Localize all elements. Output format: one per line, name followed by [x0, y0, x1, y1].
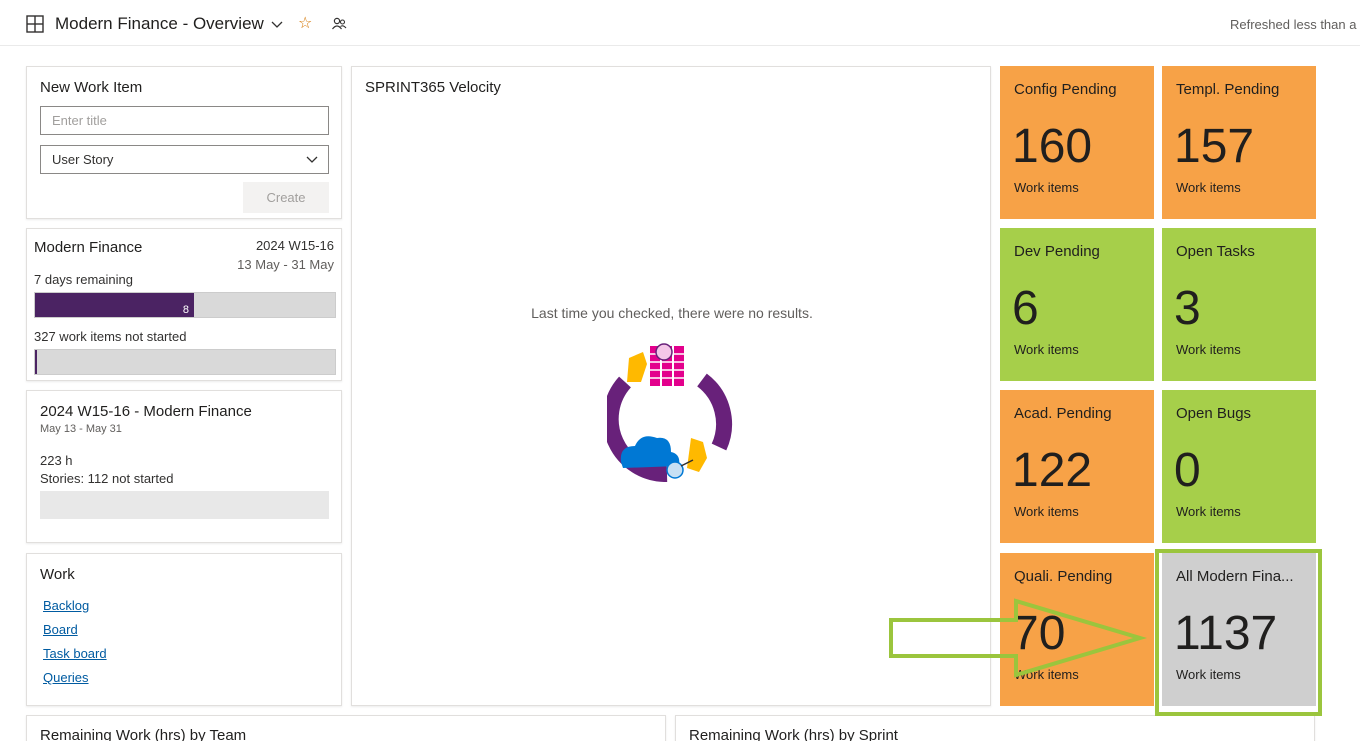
capacity-hours: 223 h [40, 453, 73, 468]
empty-results-message: Last time you checked, there were no res… [531, 305, 813, 321]
task-board-link[interactable]: Task board [43, 646, 107, 661]
capacity-stories: Stories: 112 not started [40, 471, 174, 486]
annotation-arrow-icon [889, 598, 1147, 678]
capacity-bar [40, 491, 329, 519]
sprint-dates: 13 May - 31 May [237, 257, 334, 272]
work-item-type-value: User Story [52, 152, 114, 167]
queries-link[interactable]: Queries [43, 670, 89, 685]
dashboard-title[interactable]: Modern Finance - Overview [55, 14, 264, 34]
tile-count: 157 [1174, 120, 1255, 173]
refresh-status: Refreshed less than a m [1230, 17, 1360, 32]
sprint-team-name: Modern Finance [34, 239, 143, 256]
sprint-overview-widget[interactable]: Modern Finance 2024 W15-16 13 May - 31 M… [26, 228, 342, 381]
tile-config-pending[interactable]: Config Pending 160 Work items [1000, 66, 1154, 219]
chevron-down-icon[interactable] [270, 18, 284, 32]
not-started-bar-marker [35, 350, 37, 374]
tile-subtitle: Work items [1014, 342, 1079, 357]
not-started-bar [34, 349, 336, 375]
tile-open-tasks[interactable]: Open Tasks 3 Work items [1162, 228, 1316, 381]
tile-count: 122 [1012, 444, 1093, 497]
board-link[interactable]: Board [43, 622, 78, 637]
highlight-box [1155, 549, 1322, 716]
progress-bar: 8 [34, 292, 336, 318]
work-title: Work [40, 566, 75, 583]
work-item-title-input[interactable]: Enter title [40, 106, 329, 135]
create-button[interactable]: Create [243, 182, 329, 213]
tile-dev-pending[interactable]: Dev Pending 6 Work items [1000, 228, 1154, 381]
tile-subtitle: Work items [1014, 180, 1079, 195]
widget-title: New Work Item [40, 79, 143, 96]
tile-subtitle: Work items [1176, 342, 1241, 357]
capacity-title: 2024 W15-16 - Modern Finance [40, 403, 252, 420]
velocity-title: SPRINT365 Velocity [365, 79, 501, 96]
new-work-item-widget: New Work Item Enter title User Story Cre… [26, 66, 342, 219]
tile-title: Open Tasks [1176, 243, 1255, 260]
favorite-star-icon[interactable]: ☆ [298, 13, 312, 33]
tile-open-bugs[interactable]: Open Bugs 0 Work items [1162, 390, 1316, 543]
days-remaining: 7 days remaining [34, 272, 133, 287]
progress-bar-fill: 8 [35, 293, 194, 317]
team-members-icon[interactable] [331, 16, 347, 32]
tile-count: 160 [1012, 120, 1093, 173]
tile-title: Open Bugs [1176, 405, 1252, 422]
backlog-link[interactable]: Backlog [43, 598, 89, 613]
tile-subtitle: Work items [1176, 180, 1241, 195]
tile-templ-pending[interactable]: Templ. Pending 157 Work items [1162, 66, 1316, 219]
tile-title: Dev Pending [1014, 243, 1100, 260]
work-item-type-select[interactable]: User Story [40, 145, 329, 174]
tile-title: Config Pending [1014, 81, 1117, 98]
tile-count: 6 [1012, 282, 1039, 335]
sprint-iteration: 2024 W15-16 [255, 238, 334, 253]
capacity-dates: May 13 - May 31 [40, 423, 122, 435]
tile-acad-pending[interactable]: Acad. Pending 122 Work items [1000, 390, 1154, 543]
no-results-illustration [607, 343, 733, 482]
chevron-down-icon [306, 156, 318, 163]
not-started-label: 327 work items not started [34, 329, 187, 344]
remaining-work-by-team-widget[interactable]: Remaining Work (hrs) by Team [26, 715, 666, 741]
tile-count: 0 [1174, 444, 1201, 497]
tile-subtitle: Work items [1014, 504, 1079, 519]
tile-count: 3 [1174, 282, 1201, 335]
tile-subtitle: Work items [1176, 504, 1241, 519]
tile-title: Templ. Pending [1176, 81, 1280, 98]
work-links-widget: Work Backlog Board Task board Queries [26, 553, 342, 706]
remaining-by-team-title: Remaining Work (hrs) by Team [40, 727, 247, 741]
remaining-work-by-sprint-widget[interactable]: Remaining Work (hrs) by Sprint [675, 715, 1315, 741]
tile-title: Quali. Pending [1014, 568, 1113, 585]
dashboard-icon [26, 15, 44, 33]
remaining-by-sprint-title: Remaining Work (hrs) by Sprint [689, 727, 898, 741]
sprint-capacity-widget[interactable]: 2024 W15-16 - Modern Finance May 13 - Ma… [26, 390, 342, 543]
progress-count: 8 [182, 304, 189, 316]
dashboard-header: Modern Finance - Overview ☆ Refreshed le… [0, 0, 1360, 46]
tile-title: Acad. Pending [1014, 405, 1112, 422]
